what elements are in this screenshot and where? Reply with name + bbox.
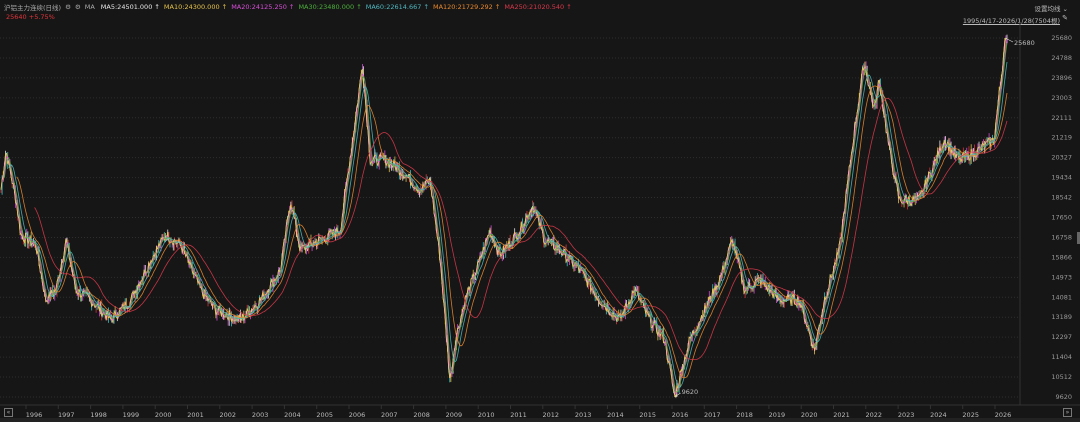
y-tick-label: 19434 <box>1051 174 1072 182</box>
high-label: 25680 <box>1014 39 1035 47</box>
scroll-right-button[interactable]: » <box>1063 408 1072 417</box>
y-tick-label: 14973 <box>1051 273 1072 281</box>
y-tick-label: 23003 <box>1051 94 1072 102</box>
y-tick-label: 20327 <box>1051 154 1072 162</box>
y-tick-label: 24788 <box>1051 54 1072 62</box>
y-tick-label: 17650 <box>1051 214 1072 222</box>
ma-line-2 <box>2 39 1008 396</box>
y-tick-label: 12297 <box>1051 333 1072 341</box>
y-tick-label: 18542 <box>1051 194 1072 202</box>
y-tick-label: 11404 <box>1051 353 1072 361</box>
y-tick-label: 22111 <box>1051 114 1072 122</box>
y-tick-label: 13189 <box>1051 313 1072 321</box>
y-tick-label: 16758 <box>1051 233 1072 241</box>
y-tick-label: 9620 <box>1055 393 1072 401</box>
price-chart[interactable]: 25680 24788 23896 23003 22111 21219 20327 19434… <box>0 0 1080 422</box>
horizontal-scrollbar[interactable] <box>0 418 1080 422</box>
y-tick-label: 21219 <box>1051 134 1072 142</box>
ma-line-3 <box>4 43 1008 393</box>
scroll-left-button[interactable]: « <box>4 408 13 417</box>
y-tick-label: 15866 <box>1051 253 1072 261</box>
y-tick-label: 25680 <box>1051 34 1072 42</box>
y-tick-label: 14081 <box>1051 293 1072 301</box>
low-label: 9620 <box>682 388 699 396</box>
y-tick-label: 23896 <box>1051 74 1072 82</box>
y-tick-label: 10512 <box>1051 373 1072 381</box>
